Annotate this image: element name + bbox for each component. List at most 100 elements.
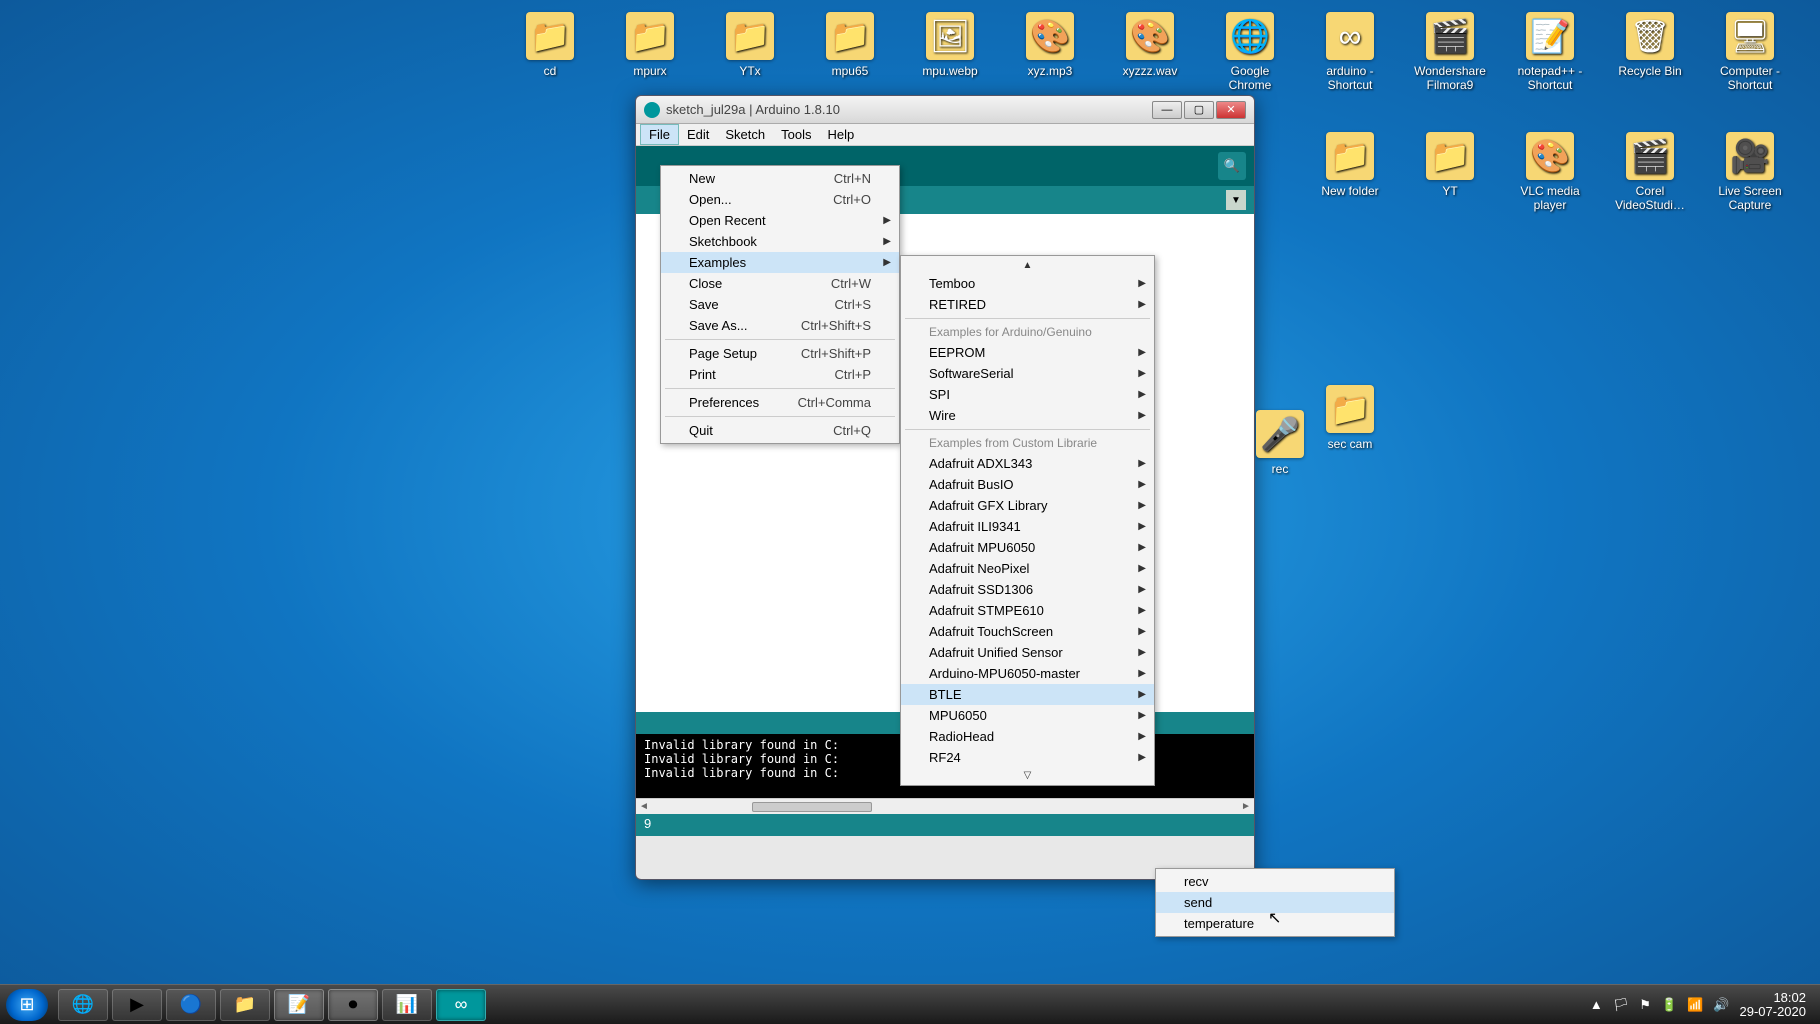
example-adafruit-busio[interactable]: Adafruit BusIO▶ [901,474,1154,495]
folder-icon: 🎨 [1526,132,1574,180]
folder-icon: 🎨 [1026,12,1074,60]
taskbar: ⊞ 🌐 ▶ 🔵 📁 📝 ⏺ 📊 ∞ ▲ 🏳 ⚑ 🔋 📶 🔊 18:02 29-0… [0,984,1820,1024]
btle-send[interactable]: send [1156,892,1394,913]
example-softwareserial[interactable]: SoftwareSerial▶ [901,363,1154,384]
desktop-icon-xyz-mp3[interactable]: 🎨xyz.mp3 [1010,12,1090,78]
desktop-icon-ytx[interactable]: 📁YTx [710,12,790,78]
folder-icon: 📁 [1426,132,1474,180]
menuitem-open-[interactable]: Open...Ctrl+O [661,189,899,210]
example-arduino-mpu6050-master[interactable]: Arduino-MPU6050-master▶ [901,663,1154,684]
menuitem-print[interactable]: PrintCtrl+P [661,364,899,385]
example-spi[interactable]: SPI▶ [901,384,1154,405]
clock[interactable]: 18:02 29-07-2020 [1740,991,1807,1019]
icon-label: mpu.webp [910,64,990,78]
task-notepad[interactable]: 📝 [274,989,324,1021]
folder-icon: 🎨 [1126,12,1174,60]
tray-volume-icon[interactable]: 🔊 [1713,997,1729,1013]
desktop-icon-corel-videostudi-[interactable]: 🎬Corel VideoStudi… [1610,132,1690,212]
desktop-icon-xyzzz-wav[interactable]: 🎨xyzzz.wav [1110,12,1190,78]
example-rf24[interactable]: RF24▶ [901,747,1154,768]
horizontal-scrollbar[interactable]: ◄► [636,798,1254,814]
desktop-icon-computer-shortcut[interactable]: 🖥Computer - Shortcut [1710,12,1790,92]
menu-tools[interactable]: Tools [773,125,819,144]
example-eeprom[interactable]: EEPROM▶ [901,342,1154,363]
desktop-icon-rec[interactable]: 🎤rec [1240,410,1320,476]
example-temboo[interactable]: Temboo▶ [901,273,1154,294]
task-explorer[interactable]: 📁 [220,989,270,1021]
minimize-button[interactable]: — [1152,101,1182,119]
task-ie[interactable]: 🌐 [58,989,108,1021]
example-adafruit-gfx-library[interactable]: Adafruit GFX Library▶ [901,495,1154,516]
menuitem-sketchbook[interactable]: Sketchbook▶ [661,231,899,252]
desktop-icon-live-screen-capture[interactable]: 🎥Live Screen Capture [1710,132,1790,212]
serial-monitor-button[interactable]: 🔍 [1218,152,1246,180]
task-recorder[interactable]: ⏺ [328,989,378,1021]
arduino-icon [644,102,660,118]
task-app[interactable]: 📊 [382,989,432,1021]
tray-up-icon[interactable]: ▲ [1590,997,1603,1012]
menuitem-open-recent[interactable]: Open Recent▶ [661,210,899,231]
desktop-icon-new-folder[interactable]: 📁New folder [1310,132,1390,198]
tab-dropdown-icon[interactable]: ▼ [1226,190,1246,210]
menuitem-save[interactable]: SaveCtrl+S [661,294,899,315]
example-adafruit-mpu6050[interactable]: Adafruit MPU6050▶ [901,537,1154,558]
example-adafruit-neopixel[interactable]: Adafruit NeoPixel▶ [901,558,1154,579]
desktop-icon-cd[interactable]: 📁cd [510,12,590,78]
example-retired[interactable]: RETIRED▶ [901,294,1154,315]
desktop-icon-mpurx[interactable]: 📁mpurx [610,12,690,78]
desktop-icon-mpu65[interactable]: 📁mpu65 [810,12,890,78]
desktop-icon-mpu-webp[interactable]: 🖼 mpu.webp [910,12,990,78]
file-menu: NewCtrl+NOpen...Ctrl+OOpen Recent▶Sketch… [660,165,900,444]
tray-flag-icon[interactable]: ⚑ [1639,997,1651,1013]
menuitem-preferences[interactable]: PreferencesCtrl+Comma [661,392,899,413]
scroll-cap[interactable]: ▽ [901,768,1154,783]
scroll-cap[interactable]: ▲ [901,258,1154,273]
menuitem-page-setup[interactable]: Page SetupCtrl+Shift+P [661,343,899,364]
btle-temperature[interactable]: temperature [1156,913,1394,934]
example-radiohead[interactable]: RadioHead▶ [901,726,1154,747]
titlebar[interactable]: sketch_jul29a | Arduino 1.8.10 — ▢ ✕ [636,96,1254,124]
menuitem-new[interactable]: NewCtrl+N [661,168,899,189]
desktop-icon-sec-cam[interactable]: 📁sec cam [1310,385,1390,451]
tray-action-icon[interactable]: 🏳 [1613,997,1630,1013]
icon-label: Recycle Bin [1610,64,1690,78]
task-wmp[interactable]: ▶ [112,989,162,1021]
task-arduino[interactable]: ∞ [436,989,486,1021]
maximize-button[interactable]: ▢ [1184,101,1214,119]
desktop-icon-yt[interactable]: 📁YT [1410,132,1490,198]
folder-icon: 🖼 [926,12,974,60]
desktop-icon-vlc-media-player[interactable]: 🎨VLC media player [1510,132,1590,212]
example-mpu6050[interactable]: MPU6050▶ [901,705,1154,726]
desktop-icon-notepad-shortcut[interactable]: 📝notepad++ - Shortcut [1510,12,1590,92]
menuitem-examples[interactable]: Examples▶ [661,252,899,273]
example-adafruit-stmpe610[interactable]: Adafruit STMPE610▶ [901,600,1154,621]
example-wire[interactable]: Wire▶ [901,405,1154,426]
example-adafruit-adxl343[interactable]: Adafruit ADXL343▶ [901,453,1154,474]
example-adafruit-unified-sensor[interactable]: Adafruit Unified Sensor▶ [901,642,1154,663]
example-adafruit-ili9341[interactable]: Adafruit ILI9341▶ [901,516,1154,537]
desktop-icon-wondershare-filmora9[interactable]: 🎬Wondershare Filmora9 [1410,12,1490,92]
example-adafruit-ssd1306[interactable]: Adafruit SSD1306▶ [901,579,1154,600]
example-btle[interactable]: BTLE▶ [901,684,1154,705]
desktop-icon-recycle-bin[interactable]: 🗑 Recycle Bin [1610,12,1690,78]
menubar: File Edit Sketch Tools Help [636,124,1254,146]
btle-recv[interactable]: recv [1156,871,1394,892]
desktop-icon-arduino-shortcut[interactable]: ∞arduino - Shortcut [1310,12,1390,92]
menuitem-close[interactable]: CloseCtrl+W [661,273,899,294]
folder-icon: 🗑 [1626,12,1674,60]
system-tray[interactable]: ▲ 🏳 ⚑ 🔋 📶 🔊 18:02 29-07-2020 [1590,991,1814,1019]
menu-edit[interactable]: Edit [679,125,717,144]
task-chrome[interactable]: 🔵 [166,989,216,1021]
desktop-icon-google-chrome[interactable]: 🌐Google Chrome [1210,12,1290,92]
close-button[interactable]: ✕ [1216,101,1246,119]
folder-icon: 🖥 [1726,12,1774,60]
tray-network-icon[interactable]: 📶 [1687,997,1703,1013]
tray-power-icon[interactable]: 🔋 [1661,997,1677,1013]
menu-help[interactable]: Help [819,125,862,144]
start-button[interactable]: ⊞ [6,989,48,1021]
menu-file[interactable]: File [640,124,679,145]
menu-sketch[interactable]: Sketch [717,125,773,144]
menuitem-quit[interactable]: QuitCtrl+Q [661,420,899,441]
example-adafruit-touchscreen[interactable]: Adafruit TouchScreen▶ [901,621,1154,642]
menuitem-save-as-[interactable]: Save As...Ctrl+Shift+S [661,315,899,336]
